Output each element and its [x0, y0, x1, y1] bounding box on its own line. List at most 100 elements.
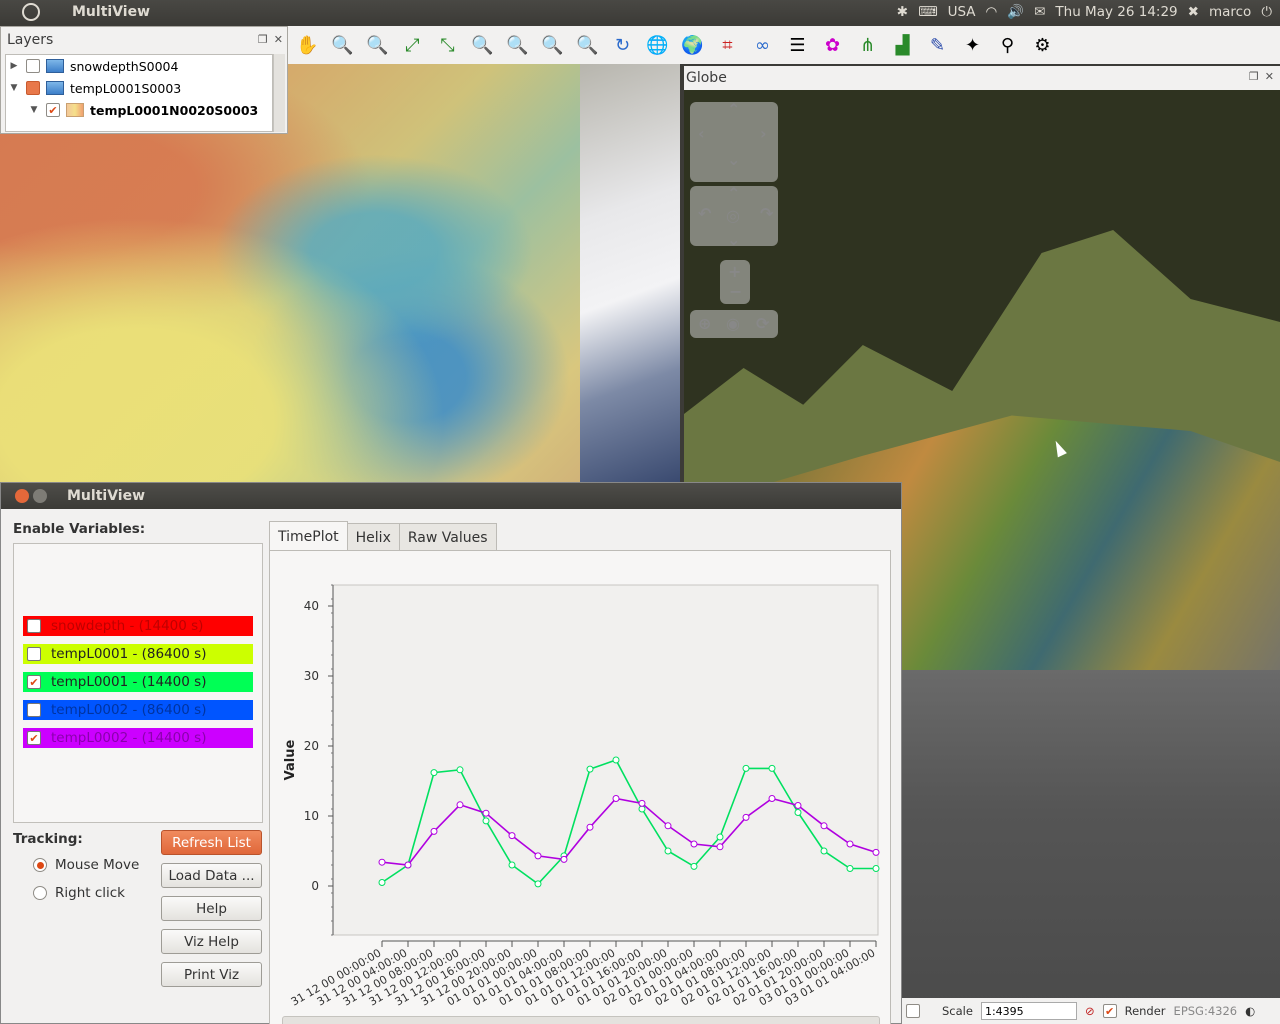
settings-icon[interactable]: ⚙: [1027, 30, 1058, 61]
variable-checkbox[interactable]: [27, 619, 41, 633]
pan-down-icon[interactable]: ⌄: [727, 150, 740, 169]
zoom-last-icon[interactable]: 🔍: [537, 30, 568, 61]
earth-icon[interactable]: 🌍: [677, 30, 708, 61]
tab-timeplot[interactable]: TimePlot: [269, 521, 348, 551]
measure-icon[interactable]: ⚲: [992, 30, 1023, 61]
variable-checkbox[interactable]: [27, 647, 41, 661]
layer-row[interactable]: ▶ snowdepthS0004: [6, 55, 272, 77]
collapse-icon[interactable]: ▼: [8, 83, 20, 93]
zoom-in-icon[interactable]: 🔍: [327, 30, 358, 61]
username[interactable]: marco: [1209, 4, 1251, 20]
zoom-next-icon[interactable]: 🔍: [572, 30, 603, 61]
print-viz-button[interactable]: Print Viz: [161, 962, 262, 987]
reset-icon[interactable]: ◎: [726, 206, 740, 225]
pan-up-icon[interactable]: ⌃: [727, 100, 740, 119]
tilt-down-icon[interactable]: ⌄: [727, 230, 740, 249]
refresh-list-button[interactable]: Refresh List: [161, 830, 262, 855]
helix-icon[interactable]: ∞: [747, 30, 778, 61]
variable-item[interactable]: ✔ tempL0001 - (14400 s): [23, 672, 253, 692]
tab-raw-values[interactable]: Raw Values: [398, 523, 497, 551]
layers-scrollbar[interactable]: [273, 54, 285, 132]
window-close-icon[interactable]: [15, 489, 29, 503]
radio-right-click[interactable]: Right click: [33, 885, 125, 901]
histogram-icon[interactable]: ▟: [887, 30, 918, 61]
variable-item[interactable]: ✔ tempL0002 - (14400 s): [23, 728, 253, 748]
layer-icon: [46, 81, 64, 95]
rotate-right-icon[interactable]: ↷: [760, 204, 773, 223]
series-1-point: [612, 795, 620, 802]
tool-icon[interactable]: ✦: [957, 30, 988, 61]
close-icon[interactable]: ✕: [1265, 70, 1274, 83]
chart-hscrollbar[interactable]: [282, 1016, 880, 1024]
close-icon[interactable]: ✕: [274, 33, 283, 46]
window-titlebar[interactable]: MultiView: [1, 483, 901, 509]
label-icon[interactable]: ✎: [922, 30, 953, 61]
profile-icon[interactable]: ⋔: [852, 30, 883, 61]
variable-item[interactable]: tempL0001 - (86400 s): [23, 644, 253, 664]
layer-row[interactable]: ▼ ✔ tempL0001N0020S0003: [6, 99, 272, 121]
float-icon[interactable]: ❐: [1249, 70, 1259, 83]
stop-render-icon[interactable]: ⊘: [1085, 1004, 1095, 1018]
scale-input[interactable]: [980, 1002, 1077, 1020]
datetime[interactable]: Thu May 26 14:29: [1055, 4, 1177, 20]
plot-icon[interactable]: ⌗: [712, 30, 743, 61]
pan-icon[interactable]: ✋: [292, 30, 323, 61]
variable-checkbox[interactable]: [27, 703, 41, 717]
crs-label[interactable]: EPSG:4326: [1174, 1004, 1238, 1018]
wifi-icon[interactable]: ◠: [986, 4, 998, 20]
colormap-icon[interactable]: ✿: [817, 30, 848, 61]
power-icon[interactable]: ⏻: [1261, 4, 1272, 20]
timeplot-chart[interactable]: 010203040Value31 12 00 00:00:0031 12 00 …: [270, 551, 891, 1024]
help-button[interactable]: Help: [161, 896, 262, 921]
sync-icon[interactable]: ⟳: [756, 314, 769, 333]
float-icon[interactable]: ❐: [258, 33, 268, 46]
expand-icon[interactable]: ▶: [8, 61, 20, 71]
series-0-point: [872, 865, 880, 872]
zoom-selection-icon[interactable]: 🔍: [502, 30, 533, 61]
bluetooth-icon[interactable]: ✱: [897, 4, 908, 20]
series-1-point: [768, 795, 776, 802]
pan-right-icon[interactable]: ›: [760, 124, 767, 143]
radio-button[interactable]: [33, 886, 47, 900]
tab-helix[interactable]: Helix: [346, 523, 400, 551]
tilt-up-icon[interactable]: ⌃: [727, 184, 740, 203]
variables-list: snowdepth - (14400 s) tempL0001 - (86400…: [13, 543, 263, 823]
mail-icon[interactable]: ✉: [1034, 4, 1045, 20]
zoom-layer-icon[interactable]: 🔍: [467, 30, 498, 61]
keyboard-icon[interactable]: ⌨: [918, 4, 938, 20]
zoom-full-icon[interactable]: ⤢: [397, 30, 428, 61]
layer-checkbox[interactable]: [26, 59, 40, 73]
layer-checkbox[interactable]: ✔: [46, 103, 60, 117]
layer-row[interactable]: ▼ tempL0001S0003: [6, 77, 272, 99]
layer-checkbox[interactable]: [26, 81, 40, 95]
ubuntu-logo-icon[interactable]: [22, 3, 40, 21]
pan-left-icon[interactable]: ‹: [698, 124, 705, 143]
refresh-icon[interactable]: ↻: [607, 30, 638, 61]
window-minimize-icon[interactable]: [33, 489, 47, 503]
globe-icon[interactable]: 🌐: [642, 30, 673, 61]
y-tick-label: 30: [304, 669, 319, 683]
radio-mouse-move[interactable]: Mouse Move: [33, 857, 139, 873]
full-extent-icon[interactable]: ⊕: [698, 314, 711, 333]
variable-checkbox[interactable]: ✔: [27, 731, 41, 745]
variable-item[interactable]: snowdepth - (14400 s): [23, 616, 253, 636]
radio-button[interactable]: [33, 858, 47, 872]
keyboard-layout[interactable]: USA: [948, 4, 976, 20]
rotate-left-icon[interactable]: ↶: [698, 204, 711, 223]
messages-icon[interactable]: ◐: [1245, 1004, 1255, 1018]
home-icon[interactable]: ◉: [726, 314, 740, 333]
load-data-button[interactable]: Load Data ...: [161, 863, 262, 888]
zoom-extent-icon[interactable]: ⤡: [432, 30, 463, 61]
zoom-plus-icon[interactable]: +: [728, 262, 741, 281]
render-checkbox[interactable]: ✔: [1102, 1004, 1117, 1018]
layers-icon[interactable]: ☰: [782, 30, 813, 61]
volume-icon[interactable]: 🔊: [1007, 4, 1024, 20]
user-icon[interactable]: ✖: [1188, 4, 1199, 20]
zoom-out-icon[interactable]: 🔍: [362, 30, 393, 61]
collapse-icon[interactable]: ▼: [28, 105, 40, 115]
variable-item[interactable]: tempL0002 - (86400 s): [23, 700, 253, 720]
zoom-minus-icon[interactable]: −: [729, 282, 742, 301]
status-checkbox[interactable]: [906, 1004, 920, 1018]
variable-checkbox[interactable]: ✔: [27, 675, 41, 689]
viz-help-button[interactable]: Viz Help: [161, 929, 262, 954]
